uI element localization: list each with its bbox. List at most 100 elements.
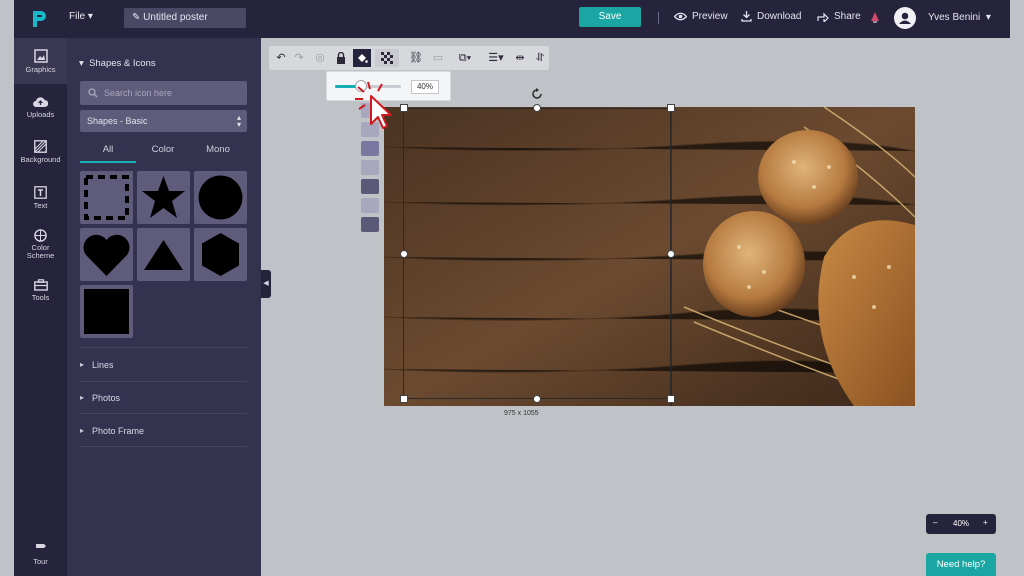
fill-color-button[interactable] bbox=[353, 49, 371, 67]
flip-vertical-button[interactable]: ⥯ bbox=[531, 49, 549, 67]
paint-bucket-icon bbox=[358, 54, 368, 63]
graphics-icon bbox=[33, 49, 48, 63]
collapse-panel-button[interactable]: ◀ bbox=[261, 270, 271, 298]
share-button[interactable]: Share bbox=[817, 11, 861, 22]
heart-icon bbox=[83, 234, 130, 276]
side-tool-button[interactable] bbox=[361, 141, 379, 156]
heart-shape[interactable] bbox=[80, 228, 133, 281]
dashed-square-shape[interactable] bbox=[80, 171, 133, 224]
dashed-square-icon bbox=[84, 175, 129, 220]
resize-handle-top-right[interactable] bbox=[667, 104, 675, 112]
avatar[interactable] bbox=[894, 7, 916, 29]
tab-color[interactable]: Color bbox=[135, 144, 191, 155]
star-shape[interactable] bbox=[137, 171, 190, 224]
palette-icon bbox=[34, 229, 47, 242]
rail-item-tour[interactable]: Tour bbox=[14, 541, 67, 566]
divider bbox=[80, 446, 247, 447]
tab-mono[interactable]: Mono bbox=[190, 144, 246, 155]
resize-handle-top[interactable] bbox=[533, 104, 541, 112]
undo-button[interactable]: ↶ bbox=[272, 49, 290, 67]
divider bbox=[80, 381, 247, 382]
rail-item-uploads[interactable]: Uploads bbox=[14, 96, 67, 119]
share-icon bbox=[817, 12, 829, 22]
opacity-value-field[interactable]: 40% bbox=[411, 80, 439, 94]
rail-item-text[interactable]: Text bbox=[14, 186, 67, 210]
hexagon-icon bbox=[202, 233, 239, 276]
lock-button[interactable] bbox=[332, 49, 350, 67]
text-icon bbox=[34, 186, 47, 199]
background-icon bbox=[34, 140, 47, 153]
resize-handle-bottom[interactable] bbox=[533, 395, 541, 403]
download-button[interactable]: Download bbox=[741, 11, 801, 22]
section-lines[interactable]: Lines bbox=[80, 360, 247, 370]
tour-icon bbox=[35, 542, 46, 554]
left-rail: Graphics Uploads Background Text Color S… bbox=[14, 38, 67, 576]
resize-handle-bottom-right[interactable] bbox=[667, 395, 675, 403]
editor-toolbar: ↶ ↷ ◎ ⛓ ▭ ⧉▾ ☰▾ ⇹ ⥯ bbox=[269, 46, 549, 70]
side-tool-button[interactable] bbox=[361, 217, 379, 232]
select-arrows-icon: ▴ ▾ bbox=[236, 113, 241, 129]
toolbar-divider bbox=[658, 12, 659, 24]
zoom-control: – 40% + bbox=[926, 514, 996, 534]
redo-button[interactable]: ↷ bbox=[290, 49, 308, 67]
divider bbox=[80, 413, 247, 414]
eye-icon bbox=[674, 12, 687, 21]
resize-handle-left[interactable] bbox=[400, 250, 408, 258]
square-shape[interactable] bbox=[80, 285, 133, 338]
toolbox-icon bbox=[33, 279, 48, 291]
selection-dimensions: 975 x 1055 bbox=[504, 410, 539, 417]
search-input[interactable]: Search icon here bbox=[80, 81, 247, 105]
document-title-field[interactable]: ✎ Untitled poster bbox=[124, 8, 246, 28]
link-button[interactable]: ⛓ bbox=[407, 49, 425, 67]
active-tab-indicator bbox=[80, 161, 136, 163]
circle-icon bbox=[198, 175, 243, 220]
notification-icon[interactable] bbox=[870, 11, 880, 23]
zoom-in-button[interactable]: + bbox=[983, 518, 988, 527]
rotate-icon[interactable] bbox=[531, 88, 543, 100]
mouse-cursor-icon bbox=[355, 81, 392, 129]
transparency-button[interactable] bbox=[375, 49, 399, 67]
side-tool-button[interactable] bbox=[361, 179, 379, 194]
rail-item-color-scheme[interactable]: Color Scheme bbox=[14, 229, 67, 260]
tab-all[interactable]: All bbox=[80, 144, 136, 155]
resize-handle-right[interactable] bbox=[667, 250, 675, 258]
frame-button[interactable]: ▭ bbox=[429, 49, 447, 67]
triangle-shape[interactable] bbox=[137, 228, 190, 281]
shape-category-select[interactable]: Shapes - Basic ▴ ▾ bbox=[80, 110, 247, 132]
preview-button[interactable]: Preview bbox=[674, 11, 728, 22]
save-button[interactable]: Save bbox=[579, 7, 641, 27]
cloud-upload-icon bbox=[33, 97, 48, 107]
download-icon bbox=[741, 11, 752, 22]
flip-horizontal-button[interactable]: ⇹ bbox=[511, 49, 529, 67]
divider bbox=[80, 347, 247, 348]
align-button[interactable]: ☰▾ bbox=[484, 49, 508, 67]
effects-button[interactable]: ◎ bbox=[311, 49, 329, 67]
lock-icon bbox=[337, 51, 345, 64]
user-icon bbox=[899, 12, 911, 24]
rail-item-background[interactable]: Background bbox=[14, 140, 67, 164]
square-icon bbox=[84, 289, 129, 334]
zoom-level: 40% bbox=[953, 519, 970, 528]
rail-item-graphics[interactable]: Graphics bbox=[14, 38, 67, 84]
star-icon bbox=[142, 176, 185, 218]
app-logo-icon[interactable] bbox=[30, 9, 48, 29]
rail-item-tools[interactable]: Tools bbox=[14, 279, 67, 302]
circle-shape[interactable] bbox=[194, 171, 247, 224]
arrange-button[interactable]: ⧉▾ bbox=[453, 49, 477, 67]
shapes-panel: ▾ Shapes & Icons Search icon here Shapes… bbox=[67, 38, 261, 576]
resize-handle-top-left[interactable] bbox=[400, 104, 408, 112]
section-photos[interactable]: Photos bbox=[80, 393, 247, 403]
top-bar: File ▾ ✎ Untitled poster Save Preview Do… bbox=[14, 0, 1010, 38]
side-tool-button[interactable] bbox=[361, 198, 379, 213]
resize-handle-bottom-left[interactable] bbox=[400, 395, 408, 403]
side-tool-button[interactable] bbox=[361, 160, 379, 175]
zoom-out-button[interactable]: – bbox=[933, 518, 937, 527]
checkerboard-icon bbox=[381, 52, 393, 64]
file-menu[interactable]: File ▾ bbox=[69, 11, 93, 22]
panel-heading[interactable]: ▾ Shapes & Icons bbox=[79, 58, 156, 69]
hexagon-shape[interactable] bbox=[194, 228, 247, 281]
section-photo-frame[interactable]: Photo Frame bbox=[80, 426, 247, 436]
search-icon bbox=[88, 88, 98, 98]
user-menu[interactable]: Yves Benini ▾ bbox=[928, 12, 991, 23]
help-button[interactable]: Need help? bbox=[926, 553, 996, 576]
